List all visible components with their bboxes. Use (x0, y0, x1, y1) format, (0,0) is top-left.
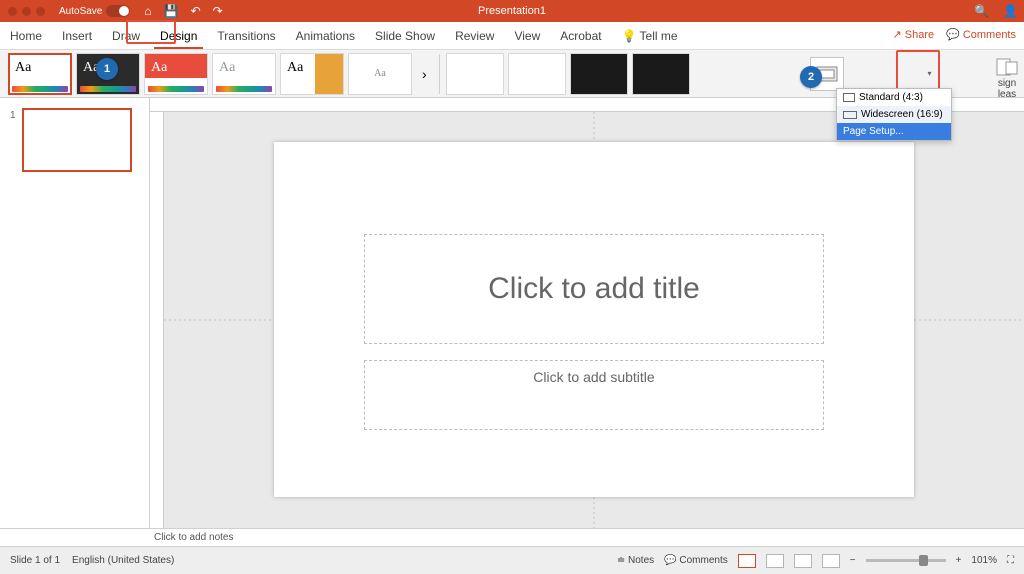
reading-view-icon[interactable] (794, 554, 812, 568)
menu-item-standard[interactable]: Standard (4:3) (837, 89, 951, 106)
quick-access-toolbar: ⌂ 💾 ↶ ↷ (144, 4, 222, 18)
share-button[interactable]: ↗ Share (892, 28, 934, 41)
language-status[interactable]: English (United States) (72, 555, 174, 566)
theme-office[interactable]: Aa (8, 53, 72, 95)
zoom-out-icon[interactable]: − (850, 555, 856, 566)
notes-toggle[interactable]: ≐ Notes (617, 555, 654, 566)
title-placeholder[interactable]: Click to add title (364, 234, 824, 344)
sorter-view-icon[interactable] (766, 554, 784, 568)
tell-me[interactable]: 💡 Tell me (612, 22, 688, 49)
ribbon-divider (439, 54, 440, 94)
variant-4[interactable] (632, 53, 690, 95)
slideshow-view-icon[interactable] (822, 554, 840, 568)
redo-icon[interactable]: ↷ (213, 4, 223, 18)
theme-minimal[interactable]: Aa (348, 53, 412, 95)
design-ribbon: Aa Aa Aa Aa Aa Aa › ▾ signleas Standard … (0, 50, 1024, 98)
theme-light[interactable]: Aa (212, 53, 276, 95)
autosave-label: AutoSave (59, 6, 102, 17)
status-bar: Slide 1 of 1 English (United States) ≐ N… (0, 546, 1024, 574)
tab-view[interactable]: View (504, 22, 550, 49)
theme-citrus[interactable]: Aa (280, 53, 344, 95)
tab-slideshow[interactable]: Slide Show (365, 22, 445, 49)
fit-to-window-icon[interactable]: ⛶ (1007, 555, 1014, 566)
notes-pane[interactable]: Click to add notes (0, 528, 1024, 546)
slide-size-button[interactable] (810, 57, 844, 91)
slide-counter: Slide 1 of 1 (10, 555, 60, 566)
home-icon[interactable]: ⌂ (144, 4, 151, 18)
search-icon[interactable]: 🔍 (974, 4, 989, 18)
account-icon[interactable]: 👤 (1003, 4, 1018, 18)
tab-home[interactable]: Home (0, 22, 52, 49)
autosave-toggle[interactable] (106, 5, 130, 17)
tab-design[interactable]: Design (150, 22, 207, 49)
canvas-area[interactable]: Click to add title Click to add subtitle (164, 112, 1024, 528)
variant-3[interactable] (570, 53, 628, 95)
zoom-percent[interactable]: 101% (971, 555, 997, 566)
design-ideas-button[interactable]: signleas (996, 58, 1018, 100)
document-title: Presentation1 (478, 5, 546, 17)
variant-1[interactable] (446, 53, 504, 95)
save-icon[interactable]: 💾 (164, 4, 179, 18)
theme-dark[interactable]: Aa (76, 53, 140, 95)
themes-more-icon[interactable]: › (416, 66, 433, 82)
theme-red[interactable]: Aa (144, 53, 208, 95)
work-area: 1 Click to add title Click to add subtit… (0, 98, 1024, 528)
themes-gallery: Aa Aa Aa Aa Aa Aa › (8, 53, 433, 95)
tab-transitions[interactable]: Transitions (207, 22, 285, 49)
slide-size-menu: Standard (4:3) Widescreen (16:9) Page Se… (836, 88, 952, 141)
thumb-number: 1 (10, 108, 16, 172)
comments-button[interactable]: 💬 Comments (946, 28, 1016, 41)
variants-gallery (446, 53, 690, 95)
title-bar: AutoSave ⌂ 💾 ↶ ↷ Presentation1 🔍 👤 (0, 0, 1024, 22)
ruler-vertical (150, 112, 164, 528)
menu-item-page-setup[interactable]: Page Setup... (837, 123, 951, 140)
tab-insert[interactable]: Insert (52, 22, 102, 49)
undo-icon[interactable]: ↶ (191, 4, 201, 18)
ribbon-tabs: Home Insert Draw Design Transitions Anim… (0, 22, 1024, 50)
variant-2[interactable] (508, 53, 566, 95)
slide-canvas[interactable]: Click to add title Click to add subtitle (274, 142, 914, 497)
window-controls[interactable] (0, 7, 45, 16)
zoom-in-icon[interactable]: + (956, 555, 962, 566)
tab-draw[interactable]: Draw (102, 22, 150, 49)
slide-size-dropdown-icon[interactable]: ▾ (925, 62, 934, 86)
thumbnail-panel: 1 (0, 98, 150, 528)
zoom-slider[interactable] (866, 559, 946, 562)
tab-review[interactable]: Review (445, 22, 504, 49)
subtitle-placeholder[interactable]: Click to add subtitle (364, 360, 824, 430)
slide-thumbnail-1[interactable] (22, 108, 132, 172)
normal-view-icon[interactable] (738, 554, 756, 568)
canvas-wrap: Click to add title Click to add subtitle (150, 98, 1024, 528)
tab-animations[interactable]: Animations (286, 22, 365, 49)
tab-acrobat[interactable]: Acrobat (550, 22, 611, 49)
menu-item-widescreen[interactable]: Widescreen (16:9) (837, 106, 951, 123)
comments-toggle[interactable]: 💬 Comments (664, 555, 728, 566)
